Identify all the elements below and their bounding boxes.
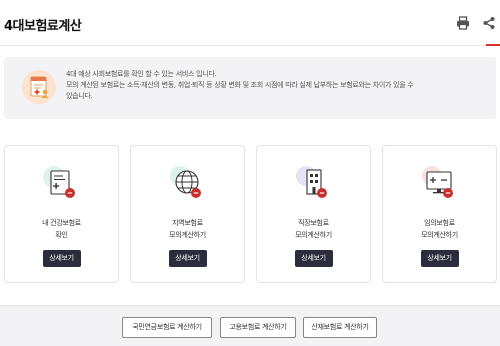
card-label-line1: 지역보험료 — [172, 219, 203, 227]
card-workplace-insurance: 직장보험료 모의계산하기 상세보기 — [256, 145, 371, 283]
page: 4대보험료계산 4대 예상 사회보험료를 확인 할 수 있는 서비스 입니다. … — [0, 0, 500, 346]
globe-icon — [167, 162, 209, 204]
document-person-icon — [22, 70, 56, 104]
detail-button[interactable]: 상세보기 — [294, 250, 333, 267]
card-label-line2: 모의계산하기 — [295, 231, 332, 239]
detail-button[interactable]: 상세보기 — [420, 250, 459, 267]
card-voluntary-insurance: 임의보험료 모의계산하기 상세보기 — [382, 145, 497, 283]
health-document-icon — [41, 162, 83, 204]
title-divider — [0, 45, 500, 46]
industrial-accident-calc-button[interactable]: 산재보험료 계산하기 — [303, 317, 377, 338]
notice-line: 모의 계산된 보험료는 소득·재산의 변동, 취업·퇴직 등 상황 변화 및 조… — [66, 81, 414, 89]
detail-button[interactable]: 상세보기 — [42, 250, 81, 267]
card-label-line2: 모의계산하기 — [169, 231, 206, 239]
notice-text: 4대 예상 사회보험료를 확인 할 수 있는 서비스 입니다. 모의 계산된 보… — [66, 69, 486, 102]
national-pension-calc-button[interactable]: 국민연금보험료 계산하기 — [122, 317, 212, 338]
card-regional-insurance: 지역보험료 모의계산하기 상세보기 — [130, 145, 245, 283]
notice-line: 있습니다. — [66, 92, 93, 100]
page-title: 4대보험료계산 — [4, 19, 82, 34]
card-label: 임의보험료 모의계산하기 — [383, 217, 496, 241]
share-icon[interactable] — [480, 14, 498, 32]
employment-insurance-calc-button[interactable]: 고용보험료 계산하기 — [220, 317, 296, 338]
print-icon[interactable] — [454, 14, 472, 32]
notice-box: 4대 예상 사회보험료를 확인 할 수 있는 서비스 입니다. 모의 계산된 보… — [4, 57, 496, 119]
notice-line: 4대 예상 사회보험료를 확인 할 수 있는 서비스 입니다. — [66, 70, 217, 78]
building-icon — [293, 162, 335, 204]
related-links-bar: 국민연금보험료 계산하기 고용보험료 계산하기 산재보험료 계산하기 — [0, 305, 500, 346]
card-label-line2: 모의계산하기 — [421, 231, 458, 239]
detail-button[interactable]: 상세보기 — [168, 250, 207, 267]
monitor-calculator-icon — [419, 162, 461, 204]
card-health-insurance: 내 건강보험료 확인 상세보기 — [4, 145, 119, 283]
card-label: 내 건강보험료 확인 — [5, 217, 118, 241]
card-label-line1: 내 건강보험료 — [42, 219, 81, 227]
card-label: 직장보험료 모의계산하기 — [257, 217, 370, 241]
card-label-line1: 임의보험료 — [424, 219, 455, 227]
card-label-line1: 직장보험료 — [298, 219, 329, 227]
title-accent — [486, 44, 500, 46]
page-header: 4대보험료계산 — [0, 0, 500, 48]
card-label: 지역보험료 모의계산하기 — [131, 217, 244, 241]
card-label-line2: 확인 — [55, 231, 68, 239]
